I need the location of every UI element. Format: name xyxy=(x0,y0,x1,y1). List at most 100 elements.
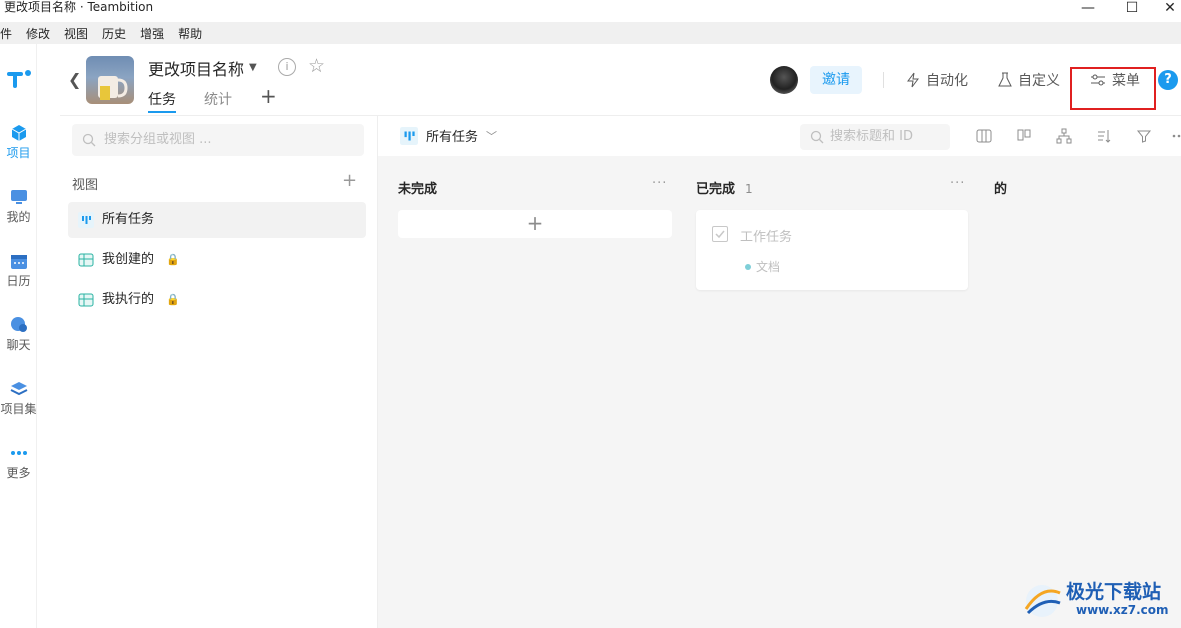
flask-icon xyxy=(998,72,1012,87)
board-toolbar: 所有任务 ﹀ 搜索标题和 ID xyxy=(378,116,1181,156)
column-title-completed[interactable]: 已完成 1 xyxy=(696,178,753,197)
project-header: ❮ 更改项目名称 ▼ i ☆ 任务 统计 + 邀请 自动化 自定义 菜单 ? xyxy=(60,44,1181,116)
highlight-box xyxy=(1070,67,1156,110)
customize-label: 自定义 xyxy=(1018,73,1060,89)
chevron-down-icon: ﹀ xyxy=(486,129,498,143)
automation-button[interactable]: 自动化 xyxy=(906,70,968,90)
maximize-button[interactable]: ☐ xyxy=(1112,0,1152,16)
automation-label: 自动化 xyxy=(926,73,968,89)
calendar-icon xyxy=(10,255,27,269)
menu-file[interactable]: 件 xyxy=(0,25,12,42)
rail-label: 项目 xyxy=(6,146,31,160)
view-item-assigned-to-me[interactable]: 我执行的 🔒 xyxy=(68,282,366,318)
rail-label: 项目集 xyxy=(0,402,37,416)
star-icon[interactable]: ☆ xyxy=(308,55,325,77)
add-view-icon[interactable]: + xyxy=(342,170,357,191)
task-search-input[interactable]: 搜索标题和 ID xyxy=(800,124,950,150)
menu-edit[interactable]: 修改 xyxy=(26,25,50,42)
layers-icon xyxy=(10,382,27,396)
lock-icon: 🔒 xyxy=(166,293,180,306)
menu-bar: 件 修改 视图 历史 增强 帮助 xyxy=(0,22,1181,44)
tab-tasks[interactable]: 任务 xyxy=(148,89,176,109)
board-view-icon xyxy=(78,212,94,228)
add-task-button[interactable]: + xyxy=(398,210,672,238)
more-icon[interactable] xyxy=(1170,128,1181,144)
menu-enhance[interactable]: 增强 xyxy=(140,25,164,42)
column-title-text: 已完成 xyxy=(696,182,736,197)
invite-button[interactable]: 邀请 xyxy=(810,66,862,94)
lightning-icon xyxy=(907,72,919,88)
menu-history[interactable]: 历史 xyxy=(102,25,126,42)
close-button[interactable]: ✕ xyxy=(1150,0,1181,16)
search-placeholder: 搜索标题和 ID xyxy=(830,129,913,144)
task-card[interactable]: 工作任务 文档 xyxy=(696,210,968,290)
add-tab-icon[interactable]: + xyxy=(260,84,277,108)
rail-item-calendar[interactable]: 日历 xyxy=(0,252,37,289)
filter-icon[interactable] xyxy=(1136,128,1152,144)
watermark: 极光下载站 www.xz7.com xyxy=(1020,575,1180,625)
search-icon xyxy=(82,133,96,147)
search-icon xyxy=(810,130,824,144)
rail-item-chat[interactable]: 聊天 xyxy=(0,316,37,353)
columns-icon[interactable] xyxy=(976,128,992,144)
rail-label: 日历 xyxy=(6,274,31,288)
caret-down-icon[interactable]: ▼ xyxy=(249,62,257,73)
task-title: 工作任务 xyxy=(740,230,793,245)
view-item-created-by-me[interactable]: 我创建的 🔒 xyxy=(68,242,366,278)
project-cover-image[interactable] xyxy=(86,56,134,104)
window-titlebar: 更改项目名称 · Teambition — ☐ ✕ xyxy=(0,0,1181,22)
divider xyxy=(883,72,884,88)
more-dots-icon xyxy=(10,451,27,455)
card-layout-icon[interactable] xyxy=(1016,128,1032,144)
rail-item-more[interactable]: 更多 xyxy=(0,444,37,481)
column-title-incomplete[interactable]: 未完成 xyxy=(398,178,437,197)
view-label: 我执行的 xyxy=(102,292,155,307)
tab-stats[interactable]: 统计 xyxy=(204,89,232,109)
sort-icon[interactable] xyxy=(1096,128,1112,144)
view-item-all-tasks[interactable]: 所有任务 xyxy=(68,202,366,238)
view-search-input[interactable]: 搜索分组或视图 ... xyxy=(72,124,364,156)
current-view-label: 所有任务 xyxy=(426,130,479,145)
active-tab-underline xyxy=(148,111,176,113)
check-icon xyxy=(715,230,725,239)
menu-view[interactable]: 视图 xyxy=(64,25,88,42)
watermark-name: 极光下载站 xyxy=(1066,581,1162,603)
group-tree-icon[interactable] xyxy=(1056,128,1072,144)
project-name[interactable]: 更改项目名称 xyxy=(148,56,244,80)
board-area: 所有任务 ﹀ 搜索标题和 ID 未完成 ··· + 已完成 1 ··· 的 工作任… xyxy=(378,116,1181,628)
customize-button[interactable]: 自定义 xyxy=(998,70,1060,90)
board-view-icon xyxy=(400,126,418,145)
rail-item-portfolio[interactable]: 项目集 xyxy=(0,380,37,417)
views-sidebar: 搜索分组或视图 ... 视图 + 所有任务 我创建的 🔒 我执行的 🔒 xyxy=(60,116,378,628)
info-icon[interactable]: i xyxy=(278,58,296,76)
column-more-icon[interactable]: ··· xyxy=(652,176,667,191)
window-title: 更改项目名称 · Teambition xyxy=(4,0,154,14)
mug-image-icon xyxy=(98,76,128,100)
table-view-icon xyxy=(78,253,94,267)
teambition-logo-icon[interactable] xyxy=(4,66,32,94)
chat-icon xyxy=(10,317,27,332)
rail-label: 聊天 xyxy=(6,338,31,352)
back-chevron-icon[interactable]: ❮ xyxy=(68,70,81,89)
column-more-icon[interactable]: ··· xyxy=(950,176,965,191)
column-title-third[interactable]: 的 xyxy=(994,178,1007,197)
watermark-url: www.xz7.com xyxy=(1076,603,1169,617)
lock-icon: 🔒 xyxy=(166,253,180,266)
table-view-icon xyxy=(78,293,94,307)
search-placeholder: 搜索分组或视图 ... xyxy=(104,132,212,147)
view-label: 我创建的 xyxy=(102,252,155,267)
task-checkbox[interactable] xyxy=(712,226,728,242)
app-rail: 项目 我的 日历 聊天 项目集 更多 xyxy=(0,44,37,628)
tag-dot-icon xyxy=(745,264,751,270)
rail-item-mine[interactable]: 我的 xyxy=(0,188,37,225)
help-icon[interactable]: ? xyxy=(1158,70,1178,90)
rail-item-projects[interactable]: 项目 xyxy=(0,124,37,161)
views-heading: 视图 xyxy=(72,178,99,193)
minimize-button[interactable]: — xyxy=(1068,0,1108,16)
view-selector[interactable]: 所有任务 ﹀ xyxy=(400,126,497,145)
menu-help[interactable]: 帮助 xyxy=(178,25,202,42)
avatar[interactable] xyxy=(770,66,798,94)
column-count: 1 xyxy=(745,182,753,196)
task-tag: 文档 xyxy=(756,260,781,274)
watermark-logo-icon xyxy=(1024,585,1061,617)
